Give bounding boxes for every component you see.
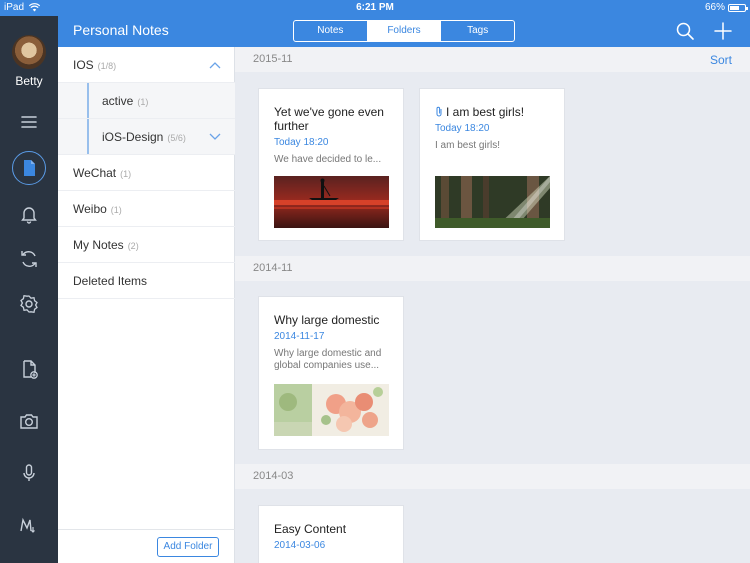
folder-item-wechat[interactable]: WeChat (1) <box>58 155 235 191</box>
note-excerpt: Why large domestic and global companies … <box>274 348 382 371</box>
folder-item-ios[interactable]: IOS (1/8) <box>58 47 235 83</box>
note-excerpt: We have decided to le... <box>274 154 382 165</box>
tab-folders[interactable]: Folders <box>367 21 442 41</box>
add-icon[interactable] <box>713 21 733 41</box>
sort-button[interactable]: Sort <box>710 53 732 67</box>
note-title: I am best girls! <box>446 105 525 119</box>
bell-icon[interactable] <box>17 202 41 226</box>
note-icon[interactable] <box>17 156 41 180</box>
folder-item-weibo[interactable]: Weibo (1) <box>58 191 235 227</box>
folder-label: My Notes <box>73 238 124 252</box>
note-title-row: I am best girls! <box>435 105 554 119</box>
tab-tags[interactable]: Tags <box>441 21 514 41</box>
page-title: Personal Notes <box>73 22 169 38</box>
sync-icon[interactable] <box>17 247 41 271</box>
folder-count: (2) <box>127 241 139 251</box>
markdown-icon[interactable] <box>17 513 41 537</box>
note-thumbnail <box>274 384 389 436</box>
note-date: 2014-11-17 <box>274 331 325 342</box>
microphone-icon[interactable] <box>17 461 41 485</box>
note-card[interactable]: I am best girls! Today 18:20 I am best g… <box>419 88 565 241</box>
folder-count: (1) <box>137 97 149 107</box>
folder-label: Weibo <box>73 202 107 216</box>
note-card[interactable]: Yet we've gone even further Today 18:20 … <box>258 88 404 241</box>
left-rail: Betty <box>0 16 58 563</box>
folder-label: Deleted Items <box>73 274 148 288</box>
folder-item-ios-design[interactable]: iOS-Design (5/6) <box>58 119 235 155</box>
section-date: 2014-03 <box>253 470 294 482</box>
notes-grid: 2015-11 Sort Yet we've gone even further… <box>235 47 750 563</box>
note-title: Easy Content <box>274 522 347 536</box>
folder-label: active <box>102 94 134 108</box>
indent-bar <box>87 119 89 154</box>
menu-icon[interactable] <box>17 110 41 134</box>
note-thumbnail <box>274 176 389 228</box>
camera-icon[interactable] <box>17 409 41 433</box>
note-title: Yet we've gone even further <box>274 105 384 133</box>
note-excerpt: I am best girls! <box>435 140 501 151</box>
folder-label: IOS <box>73 58 94 72</box>
view-switcher: Notes Folders Tags <box>293 20 515 42</box>
note-thumbnail <box>435 176 550 228</box>
note-date: 2014-03-06 <box>274 540 326 551</box>
tab-notes[interactable]: Notes <box>294 21 368 41</box>
chevron-down-icon[interactable] <box>209 133 221 141</box>
new-file-icon[interactable] <box>17 357 41 381</box>
section-header: 2015-11 Sort <box>235 47 750 72</box>
note-card[interactable]: Why large domestic 2014-11-17 Why large … <box>258 296 404 450</box>
folder-item-active[interactable]: active (1) <box>58 83 235 119</box>
folder-item-my-notes[interactable]: My Notes (2) <box>58 227 235 263</box>
top-header: Personal Notes Notes Folders Tags <box>58 16 750 47</box>
note-card[interactable]: Easy Content 2014-03-06 <box>258 505 404 563</box>
folder-label: iOS-Design <box>102 130 164 144</box>
section-header: 2014-11 <box>235 256 750 281</box>
clock: 6:21 PM <box>356 2 394 13</box>
divider <box>58 529 235 530</box>
folder-count: (1) <box>120 169 132 179</box>
section-date: 2014-11 <box>253 262 293 274</box>
folder-item-deleted[interactable]: Deleted Items <box>58 263 235 299</box>
note-date: Today 18:20 <box>435 123 490 134</box>
folder-count: (1) <box>110 205 122 215</box>
note-date: Today 18:20 <box>274 137 329 148</box>
chevron-up-icon[interactable] <box>209 61 221 69</box>
folder-count: (1/8) <box>97 61 117 71</box>
folder-label: WeChat <box>73 166 117 180</box>
folder-count: (5/6) <box>167 133 186 143</box>
battery-percent: 66% <box>704 2 725 13</box>
attachment-icon <box>436 106 442 117</box>
folder-list: IOS (1/8) active (1) iOS-Design (5/6) WeCha… <box>58 47 235 563</box>
note-title: Why large domestic <box>274 313 380 327</box>
user-name: Betty <box>15 74 43 88</box>
battery-icon <box>728 3 748 12</box>
search-icon[interactable] <box>675 21 695 41</box>
indent-bar <box>87 83 89 118</box>
settings-icon[interactable] <box>17 292 41 316</box>
add-folder-button[interactable]: Add Folder <box>157 537 219 557</box>
section-header: 2014-03 <box>235 464 750 489</box>
status-bar: iPad 6:21 PM 66% <box>0 0 750 16</box>
avatar[interactable] <box>12 35 46 69</box>
section-date: 2015-11 <box>253 53 293 65</box>
